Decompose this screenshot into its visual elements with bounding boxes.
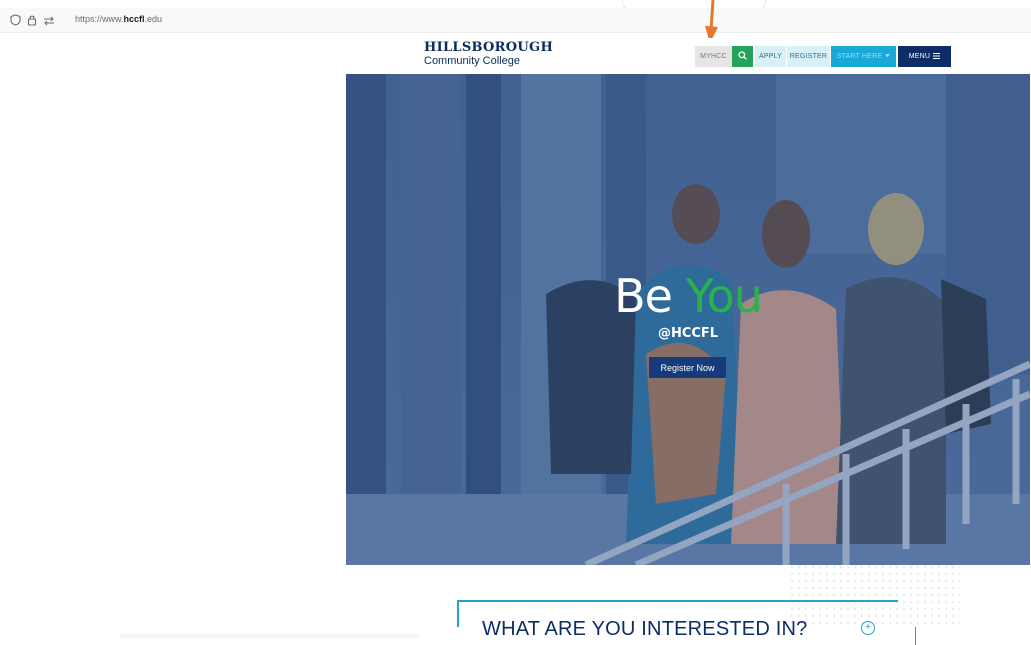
menu-button[interactable]: MENU bbox=[898, 46, 951, 67]
interest-heading[interactable]: WHAT ARE YOU INTERESTED IN? bbox=[482, 618, 807, 641]
hamburger-icon bbox=[933, 52, 941, 61]
register-now-button[interactable]: Register Now bbox=[649, 357, 726, 378]
start-here-button[interactable]: START HERE bbox=[831, 46, 896, 67]
logo-line2: Community College bbox=[424, 55, 520, 67]
url-suffix: .edu bbox=[144, 14, 163, 24]
url-host: hccfl bbox=[123, 14, 145, 24]
college-logo[interactable]: HILLSBOROUGH Community College bbox=[424, 40, 554, 68]
start-here-label: START HERE bbox=[836, 53, 883, 60]
register-button[interactable]: REGISTER bbox=[787, 46, 830, 67]
register-label: REGISTER bbox=[789, 53, 828, 60]
apply-button[interactable]: APPLY bbox=[755, 46, 786, 67]
menu-label: MENU bbox=[908, 53, 931, 60]
hero-banner: Be You @HCCFL Register Now bbox=[346, 74, 1030, 565]
divider bbox=[120, 634, 420, 638]
myhcc-label: MYHCC bbox=[700, 53, 727, 60]
url-text[interactable]: https://www.hccfl.edu bbox=[75, 14, 162, 24]
hero-handle: @HCCFL bbox=[657, 326, 719, 341]
lock-icon[interactable] bbox=[27, 13, 37, 31]
chevron-down-icon bbox=[885, 53, 891, 60]
hero-title: Be You bbox=[346, 269, 1030, 323]
interest-border-left bbox=[457, 600, 459, 627]
hero-title-word2: You bbox=[685, 269, 763, 323]
permissions-icon[interactable] bbox=[43, 13, 55, 31]
shield-icon[interactable] bbox=[10, 13, 21, 31]
url-prefix: https://www. bbox=[75, 14, 124, 24]
plus-circle-icon[interactable]: + bbox=[861, 621, 875, 635]
interest-border-right bbox=[915, 627, 916, 645]
browser-toolbar: https://www.hccfl.edu bbox=[0, 0, 1031, 34]
register-now-label: Register Now bbox=[660, 362, 715, 373]
apply-label: APPLY bbox=[758, 53, 783, 60]
logo-line1: HILLSBOROUGH bbox=[424, 40, 554, 55]
search-button[interactable] bbox=[732, 46, 753, 67]
myhcc-button[interactable]: MYHCC bbox=[695, 46, 732, 67]
search-icon bbox=[738, 51, 747, 62]
hero-title-word1: Be bbox=[614, 269, 673, 323]
